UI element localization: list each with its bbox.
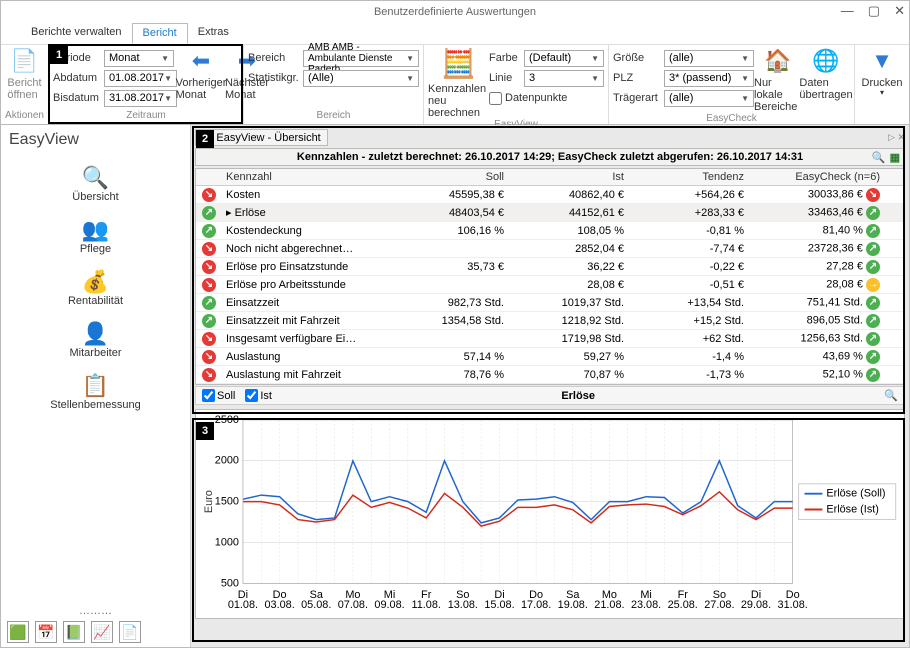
svg-text:17.08.: 17.08.: [521, 599, 551, 611]
sidebar-icon: 👥: [82, 217, 109, 241]
close-icon[interactable]: ✕: [894, 3, 905, 19]
sidebar-item-1[interactable]: 👥Pflege: [80, 217, 111, 255]
sidebar-icon: 🔍: [82, 165, 109, 189]
table-row[interactable]: ↘ Auslastung mit Fahrzeit 78,76 % 70,87 …: [196, 366, 904, 384]
chart-title: Erlöse: [282, 390, 874, 402]
svg-text:Erlöse (Ist): Erlöse (Ist): [826, 504, 879, 516]
sidebar-item-4[interactable]: 📋Stellenbemessung: [50, 373, 141, 411]
soll-check[interactable]: [202, 389, 215, 402]
svg-text:23.08.: 23.08.: [631, 599, 661, 611]
table-row[interactable]: ↘ Auslastung 57,14 % 59,27 % -1,4 % 43,6…: [196, 348, 904, 366]
table-row[interactable]: ↗ Einsatzzeit 982,73 Std. 1019,37 Std. +…: [196, 294, 904, 312]
datapoints-check[interactable]: [489, 92, 502, 105]
svg-text:500: 500: [221, 577, 239, 589]
traeger-select[interactable]: (alle)▼: [664, 90, 754, 107]
table-row[interactable]: ↗ Einsatzzeit mit Fahrzeit 1354,58 Std. …: [196, 312, 904, 330]
table-row[interactable]: ↘ Kosten 45595,38 € 40862,40 € +564,26 €…: [196, 186, 904, 204]
statgroup-select[interactable]: (Alle)▼: [303, 70, 419, 87]
table-row[interactable]: ↘ Erlöse pro Einsatzstunde 35,73 € 36,22…: [196, 258, 904, 276]
svg-text:11.08.: 11.08.: [411, 599, 440, 611]
svg-text:05.08.: 05.08.: [301, 599, 331, 611]
svg-text:31.08.: 31.08.: [778, 599, 808, 611]
view-btn-1[interactable]: 🟩: [7, 621, 29, 643]
svg-text:2000: 2000: [215, 455, 239, 467]
sidebar-icon: 💰: [82, 269, 109, 293]
sidebar-title: EasyView: [1, 125, 190, 155]
ist-check[interactable]: [245, 389, 258, 402]
view-btn-4[interactable]: 📈: [91, 621, 113, 643]
svg-text:27.08.: 27.08.: [704, 599, 734, 611]
view-btn-2[interactable]: 📅: [35, 621, 57, 643]
table-row[interactable]: ↘ Erlöse pro Arbeitsstunde 28,08 € -0,51…: [196, 276, 904, 294]
plz-select[interactable]: 3* (passend)▼: [664, 70, 754, 87]
sidebar-item-0[interactable]: 🔍Übersicht: [72, 165, 118, 203]
local-areas-button[interactable]: 🏠Nur lokale Bereiche: [754, 47, 802, 113]
minimize-icon[interactable]: —: [841, 3, 854, 19]
svg-text:15.08.: 15.08.: [484, 599, 514, 611]
transfer-button[interactable]: 🌐Daten übertragen: [802, 47, 850, 101]
svg-text:2500: 2500: [215, 414, 239, 426]
line-select[interactable]: 3▼: [524, 70, 604, 87]
svg-text:1500: 1500: [215, 496, 239, 508]
svg-text:25.08.: 25.08.: [668, 599, 698, 611]
sidebar-item-2[interactable]: 💰Rentabilität: [68, 269, 123, 307]
table-row[interactable]: ↗ Kostendeckung 106,16 % 108,05 % -0,81 …: [196, 222, 904, 240]
svg-text:1000: 1000: [215, 536, 239, 548]
sidebar-item-3[interactable]: 👤Mitarbeiter: [70, 321, 122, 359]
period-select[interactable]: Monat▼: [104, 50, 174, 67]
svg-text:19.08.: 19.08.: [558, 599, 588, 611]
sidebar-icon: 📋: [82, 373, 109, 397]
sidebar-icon: 👤: [82, 321, 109, 345]
svg-text:Erlöse (Soll): Erlöse (Soll): [826, 488, 885, 500]
svg-text:03.08.: 03.08.: [264, 599, 294, 611]
to-date[interactable]: 31.08.2017▼: [104, 90, 177, 107]
tab-manage[interactable]: Berichte verwalten: [21, 23, 132, 44]
recalc-button[interactable]: 🧮Kennzahlen neu berechnen: [428, 47, 489, 119]
table-row[interactable]: ↘ Insgesamt verfügbare Ei… 1719,98 Std. …: [196, 330, 904, 348]
view-btn-3[interactable]: 📗: [63, 621, 85, 643]
svg-text:Euro: Euro: [203, 490, 215, 513]
svg-text:29.08.: 29.08.: [741, 599, 771, 611]
area-select[interactable]: AMB AMB - Ambulante Dienste Paderb▼: [303, 50, 419, 67]
info-text: Kennzahlen - zuletzt berechnet: 26.10.20…: [297, 151, 803, 163]
svg-text:09.08.: 09.08.: [374, 599, 404, 611]
svg-text:01.08.: 01.08.: [228, 599, 258, 611]
size-select[interactable]: (alle)▼: [664, 50, 754, 67]
view-btn-5[interactable]: 📄: [119, 621, 141, 643]
tab-report[interactable]: Bericht: [132, 23, 188, 44]
prev-month-button[interactable]: ⬅Vorheriger Monat: [177, 47, 225, 101]
print-button[interactable]: ▼Drucken▾: [859, 47, 905, 98]
open-report-button: 📄Bericht öffnen: [5, 47, 44, 101]
window-title: Benutzerdefinierte Auswertungen: [374, 6, 536, 18]
tab-extras[interactable]: Extras: [188, 23, 239, 44]
from-date[interactable]: 01.08.2017▼: [104, 70, 177, 87]
color-select[interactable]: (Default)▼: [524, 50, 604, 67]
chart: 5001000150020002500Di01.08.Do03.08.Sa05.…: [195, 409, 905, 619]
svg-text:13.08.: 13.08.: [448, 599, 478, 611]
maximize-icon[interactable]: ▢: [868, 3, 880, 19]
refresh-icon[interactable]: 🔍: [872, 151, 886, 164]
table-row[interactable]: ↘ Noch nicht abgerechnet… 2852,04 € -7,7…: [196, 240, 904, 258]
svg-text:21.08.: 21.08.: [594, 599, 624, 611]
table-row[interactable]: ↗ ▸ Erlöse 48403,54 € 44152,61 € +283,33…: [196, 204, 904, 222]
excel-icon[interactable]: ▦: [890, 151, 900, 164]
content-tab[interactable]: ▣EasyView - Übersicht: [195, 129, 328, 146]
tab-nav[interactable]: ▷ ✕: [888, 132, 905, 143]
zoom-icon[interactable]: 🔍: [884, 389, 898, 402]
svg-text:07.08.: 07.08.: [338, 599, 368, 611]
